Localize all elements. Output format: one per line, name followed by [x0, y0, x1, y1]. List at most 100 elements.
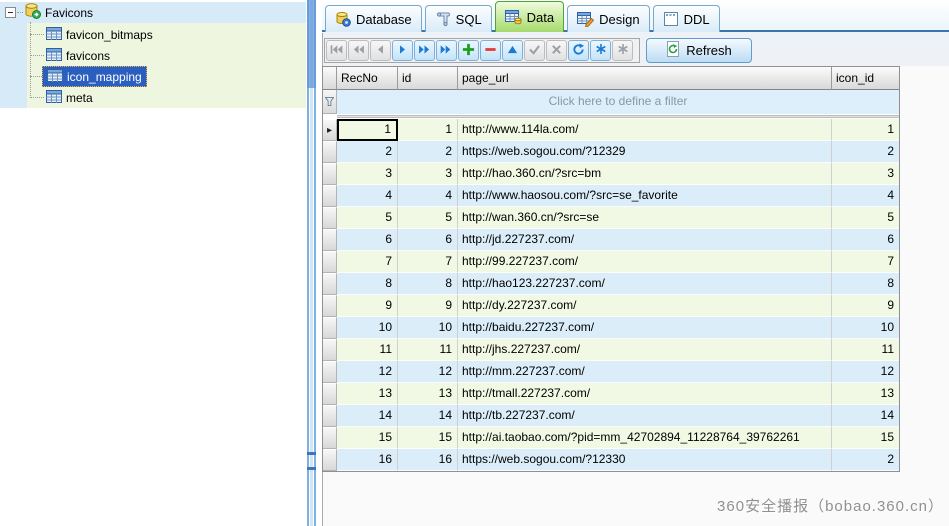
nav-last-button[interactable] [436, 40, 457, 61]
cell-id[interactable]: 14 [398, 405, 458, 427]
cell-recno[interactable]: 11 [337, 339, 398, 361]
cell-icon-id[interactable]: 1 [832, 119, 899, 141]
cell-page-url[interactable]: http://mm.227237.com/ [458, 361, 832, 383]
cell-recno[interactable]: 14 [337, 405, 398, 427]
nav-insert-button[interactable] [458, 40, 479, 61]
cell-id[interactable]: 7 [398, 251, 458, 273]
cell-icon-id[interactable]: 15 [832, 427, 899, 449]
cell-recno[interactable]: 10 [337, 317, 398, 339]
cell-icon-id[interactable]: 11 [832, 339, 899, 361]
tree-node-favicon-bitmaps[interactable]: favicon_bitmaps [42, 24, 157, 45]
cell-recno[interactable]: 13 [337, 383, 398, 405]
column-header-id[interactable]: id [398, 67, 458, 90]
cell-page-url[interactable]: http://www.haosou.com/?src=se_favorite [458, 185, 832, 207]
tab-data[interactable]: Data [495, 1, 564, 32]
cell-id[interactable]: 3 [398, 163, 458, 185]
cell-page-url[interactable]: http://dy.227237.com/ [458, 295, 832, 317]
cell-recno[interactable]: 2 [337, 141, 398, 163]
cell-id[interactable]: 16 [398, 449, 458, 471]
cell-page-url[interactable]: https://web.sogou.com/?12329 [458, 141, 832, 163]
row-indicator[interactable] [323, 163, 337, 185]
cell-page-url[interactable]: http://hao.360.cn/?src=bm [458, 163, 832, 185]
filter-row[interactable]: Click here to define a filter [323, 90, 899, 114]
cell-id[interactable]: 9 [398, 295, 458, 317]
tree-node-icon-mapping[interactable]: icon_mapping [42, 66, 147, 87]
nav-cancel-button[interactable] [546, 40, 567, 61]
row-indicator[interactable] [323, 405, 337, 427]
cell-icon-id[interactable]: 4 [832, 185, 899, 207]
tree-node-favicons[interactable]: favicons [42, 45, 114, 66]
row-indicator[interactable] [323, 427, 337, 449]
cell-id[interactable]: 2 [398, 141, 458, 163]
cell-page-url[interactable]: http://www.114la.com/ [458, 119, 832, 141]
cell-icon-id[interactable]: 9 [832, 295, 899, 317]
nav-edit-button[interactable] [502, 40, 523, 61]
cell-icon-id[interactable]: 13 [832, 383, 899, 405]
cell-icon-id[interactable]: 10 [832, 317, 899, 339]
cell-icon-id[interactable]: 2 [832, 141, 899, 163]
row-indicator[interactable] [323, 317, 337, 339]
tab-database[interactable]: Database [325, 5, 422, 32]
nav-next-page-button[interactable] [414, 40, 435, 61]
nav-goto-bookmark-button[interactable] [612, 40, 633, 61]
cell-recno[interactable]: 3 [337, 163, 398, 185]
row-indicator[interactable] [323, 251, 337, 273]
cell-id[interactable]: 4 [398, 185, 458, 207]
panel-splitter[interactable] [306, 0, 322, 526]
row-indicator[interactable] [323, 229, 337, 251]
row-indicator[interactable] [323, 273, 337, 295]
cell-id[interactable]: 5 [398, 207, 458, 229]
cell-page-url[interactable]: http://jd.227237.com/ [458, 229, 832, 251]
cell-page-url[interactable]: https://web.sogou.com/?12330 [458, 449, 832, 471]
row-indicator[interactable] [323, 339, 337, 361]
cell-icon-id[interactable]: 5 [832, 207, 899, 229]
cell-recno[interactable]: 16 [337, 449, 398, 471]
column-header-icon-id[interactable]: icon_id [832, 67, 899, 90]
row-indicator[interactable] [323, 185, 337, 207]
cell-recno[interactable]: 5 [337, 207, 398, 229]
tree-node-database[interactable]: Favicons [20, 2, 97, 23]
cell-id[interactable]: 1 [398, 119, 458, 141]
cell-page-url[interactable]: http://tmall.227237.com/ [458, 383, 832, 405]
cell-icon-id[interactable]: 6 [832, 229, 899, 251]
row-indicator[interactable] [323, 207, 337, 229]
cell-recno[interactable]: 6 [337, 229, 398, 251]
cell-page-url[interactable]: http://ai.taobao.com/?pid=mm_42702894_11… [458, 427, 832, 449]
cell-id[interactable]: 6 [398, 229, 458, 251]
cell-icon-id[interactable]: 7 [832, 251, 899, 273]
cell-page-url[interactable]: http://baidu.227237.com/ [458, 317, 832, 339]
tab-design[interactable]: Design [567, 5, 649, 32]
nav-prior-button[interactable] [370, 40, 391, 61]
cell-icon-id[interactable]: 3 [832, 163, 899, 185]
row-indicator[interactable] [323, 361, 337, 383]
cell-id[interactable]: 15 [398, 427, 458, 449]
nav-post-button[interactable] [524, 40, 545, 61]
cell-page-url[interactable]: http://wan.360.cn/?src=se [458, 207, 832, 229]
column-header-recno[interactable]: RecNo [337, 67, 398, 90]
cell-page-url[interactable]: http://jhs.227237.com/ [458, 339, 832, 361]
nav-refresh-button[interactable] [568, 40, 589, 61]
cell-page-url[interactable]: http://99.227237.com/ [458, 251, 832, 273]
cell-recno[interactable]: 4 [337, 185, 398, 207]
cell-recno[interactable]: 1 [337, 119, 398, 141]
nav-bookmark-button[interactable] [590, 40, 611, 61]
cell-id[interactable]: 12 [398, 361, 458, 383]
cell-icon-id[interactable]: 14 [832, 405, 899, 427]
cell-recno[interactable]: 15 [337, 427, 398, 449]
cell-page-url[interactable]: http://tb.227237.com/ [458, 405, 832, 427]
tab-ddl[interactable]: DDL [653, 5, 720, 32]
splitter-thumb[interactable] [307, 0, 316, 88]
column-header-page-url[interactable]: page_url [458, 67, 832, 90]
row-indicator[interactable] [323, 449, 337, 471]
cell-recno[interactable]: 12 [337, 361, 398, 383]
tree-collapse-icon[interactable] [5, 7, 16, 18]
cell-recno[interactable]: 9 [337, 295, 398, 317]
cell-id[interactable]: 13 [398, 383, 458, 405]
cell-id[interactable]: 11 [398, 339, 458, 361]
cell-icon-id[interactable]: 12 [832, 361, 899, 383]
nav-first-button[interactable] [326, 40, 347, 61]
row-indicator[interactable] [323, 383, 337, 405]
cell-id[interactable]: 8 [398, 273, 458, 295]
nav-prior-page-button[interactable] [348, 40, 369, 61]
row-indicator[interactable] [323, 295, 337, 317]
